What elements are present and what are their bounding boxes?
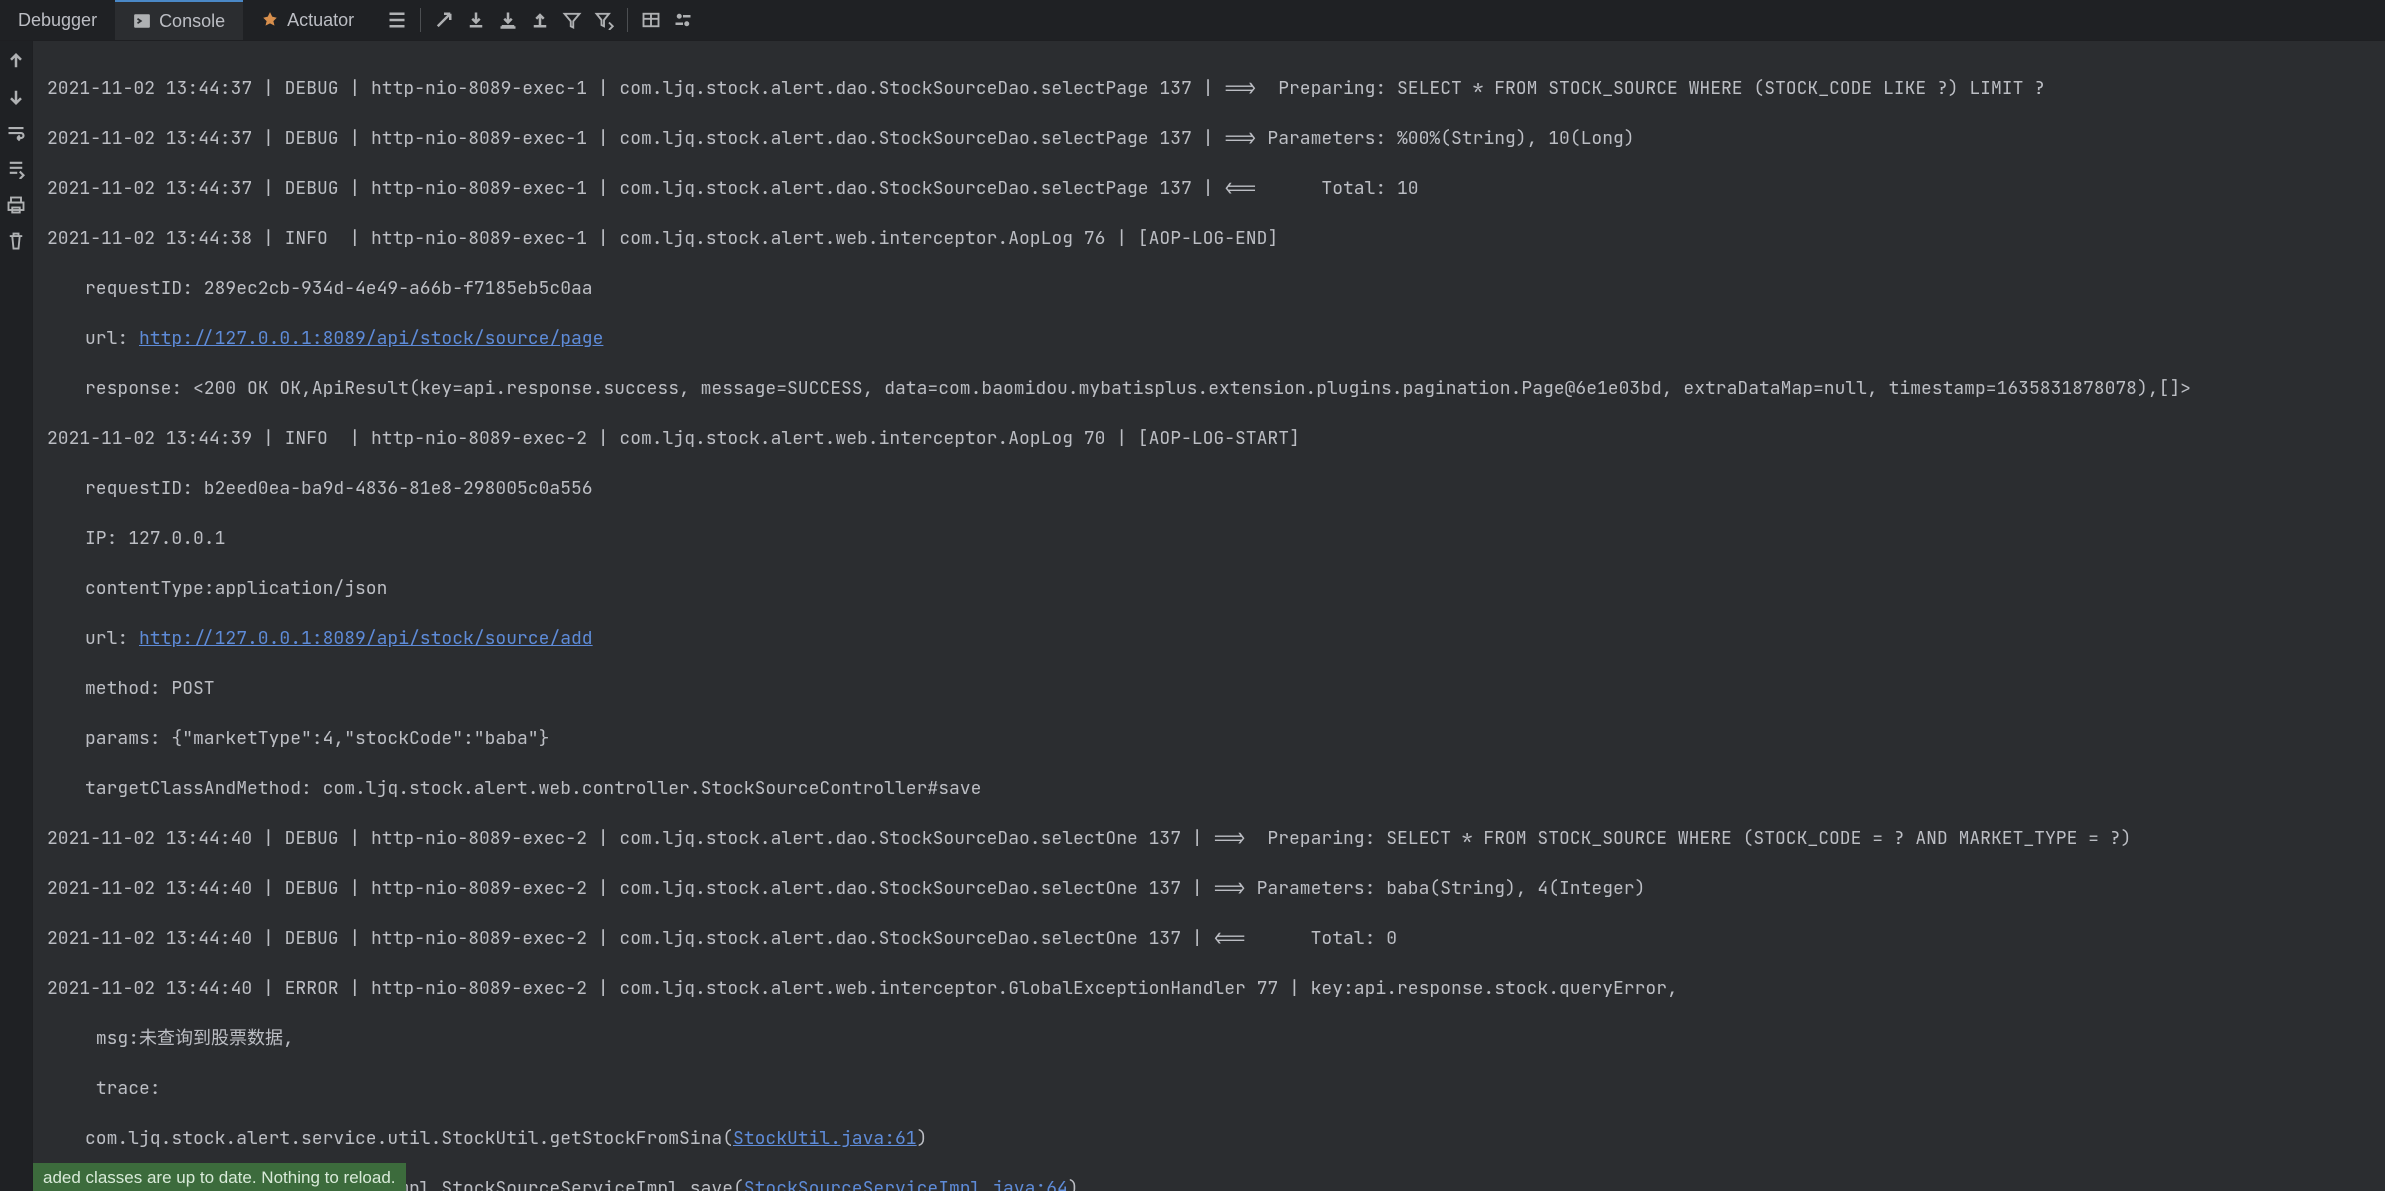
log-child: url: http://127.0.0.1:8089/api/stock/sou… bbox=[47, 326, 2371, 351]
separator bbox=[420, 8, 421, 32]
settings-button[interactable] bbox=[668, 5, 698, 35]
source-link[interactable]: StockSourceServiceImpl.java:64 bbox=[744, 1177, 1068, 1191]
log-line: 2021-11-02 13:44:40 | DEBUG | http-nio-8… bbox=[47, 926, 2371, 951]
log-child: requestID: b2eed0ea-ba9d-4836-81e8-29800… bbox=[47, 476, 2371, 501]
log-line: 2021-11-02 13:44:37 | DEBUG | http-nio-8… bbox=[47, 176, 2371, 201]
table-view-button[interactable] bbox=[636, 5, 666, 35]
url-link[interactable]: http://127.0.0.1:8089/api/stock/source/p… bbox=[139, 327, 603, 350]
url-label: url: bbox=[85, 627, 139, 650]
url-label: url: bbox=[85, 327, 139, 350]
tab-actuator-label: Actuator bbox=[287, 10, 354, 31]
console-output[interactable]: 2021-11-02 13:44:37 | DEBUG | http-nio-8… bbox=[33, 41, 2385, 1191]
log-child: requestID: 289ec2cb-934d-4e49-a66b-f7185… bbox=[47, 276, 2371, 301]
trace-line: com.ljq.stock.alert.service.util.StockUt… bbox=[47, 1126, 2371, 1151]
print-button[interactable] bbox=[4, 193, 28, 217]
actuator-icon bbox=[261, 11, 279, 29]
clear-all-button[interactable] bbox=[4, 229, 28, 253]
log-child: targetClassAndMethod: com.ljq.stock.aler… bbox=[47, 776, 2371, 801]
open-stacktrace-button[interactable] bbox=[429, 5, 459, 35]
url-link[interactable]: http://127.0.0.1:8089/api/stock/source/a… bbox=[139, 627, 593, 650]
log-child: url: http://127.0.0.1:8089/api/stock/sou… bbox=[47, 626, 2371, 651]
source-link[interactable]: StockUtil.java:61 bbox=[733, 1127, 917, 1150]
tab-console[interactable]: Console bbox=[115, 0, 243, 40]
separator bbox=[627, 8, 628, 32]
tab-debugger[interactable]: Debugger bbox=[0, 0, 115, 40]
log-line: 2021-11-02 13:44:38 | INFO | http-nio-80… bbox=[47, 226, 2371, 251]
log-child: response: <200 OK OK,ApiResult(key=api.r… bbox=[47, 376, 2371, 401]
scroll-to-end-button[interactable] bbox=[4, 157, 28, 181]
log-line: 2021-11-02 13:44:37 | DEBUG | http-nio-8… bbox=[47, 126, 2371, 151]
filter-button[interactable] bbox=[557, 5, 587, 35]
log-child: method: POST bbox=[47, 676, 2371, 701]
console-gutter bbox=[0, 41, 33, 1191]
console-toolbar bbox=[372, 0, 698, 40]
console-icon bbox=[133, 12, 151, 30]
scroll-up-button[interactable] bbox=[4, 49, 28, 73]
soft-wrap-button[interactable] bbox=[4, 121, 28, 145]
debug-tabbar: Debugger Console Actuator bbox=[0, 0, 2385, 41]
log-line: 2021-11-02 13:44:40 | DEBUG | http-nio-8… bbox=[47, 826, 2371, 851]
scroll-down-button[interactable] bbox=[4, 85, 28, 109]
import-button[interactable] bbox=[525, 5, 555, 35]
tab-debugger-label: Debugger bbox=[18, 10, 97, 31]
export-all-button[interactable] bbox=[493, 5, 523, 35]
tab-console-label: Console bbox=[159, 11, 225, 32]
log-child: params: {"marketType":4,"stockCode":"bab… bbox=[47, 726, 2371, 751]
layout-button[interactable] bbox=[382, 5, 412, 35]
status-bar: aded classes are up to date. Nothing to … bbox=[33, 1163, 406, 1191]
log-line: 2021-11-02 13:44:37 | DEBUG | http-nio-8… bbox=[47, 76, 2371, 101]
log-line: 2021-11-02 13:44:39 | INFO | http-nio-80… bbox=[47, 426, 2371, 451]
filter-next-button[interactable] bbox=[589, 5, 619, 35]
log-child: msg:未查询到股票数据, bbox=[47, 1026, 2371, 1051]
log-line: 2021-11-02 13:44:40 | DEBUG | http-nio-8… bbox=[47, 876, 2371, 901]
log-child: trace: bbox=[47, 1076, 2371, 1101]
tab-actuator[interactable]: Actuator bbox=[243, 0, 372, 40]
log-child: contentType:application/json bbox=[47, 576, 2371, 601]
log-child: IP: 127.0.0.1 bbox=[47, 526, 2371, 551]
log-line: 2021-11-02 13:44:40 | ERROR | http-nio-8… bbox=[47, 976, 2371, 1001]
export-button[interactable] bbox=[461, 5, 491, 35]
